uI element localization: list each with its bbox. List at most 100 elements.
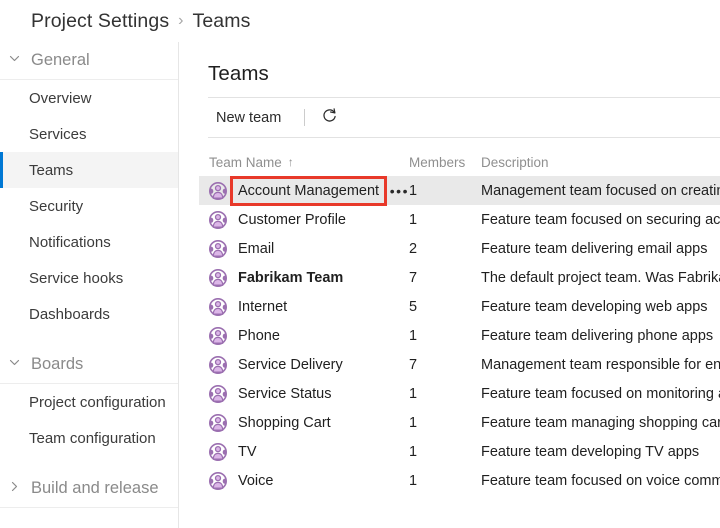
team-avatar-icon <box>209 326 227 345</box>
table-row[interactable]: Voice 1 Feature team focused on voice comm… <box>199 466 720 495</box>
team-name-label: Email <box>238 240 275 257</box>
team-name-label: Voice <box>238 472 274 489</box>
sidebar-item-overview[interactable]: Overview <box>0 80 178 116</box>
table-row[interactable]: Service Delivery 7 Management team respons… <box>199 350 720 379</box>
team-avatar-icon <box>209 442 227 461</box>
chevron-right-icon <box>8 480 26 498</box>
sidebar-item-label: Team configuration <box>29 429 156 447</box>
cell-description: Feature team developing web apps <box>481 298 708 315</box>
team-avatar-icon <box>209 181 227 200</box>
cell-team-name: Voice <box>209 471 409 491</box>
cell-description: Feature team managing shopping cart app <box>481 414 720 431</box>
nav-group-general[interactable]: General <box>0 42 178 80</box>
cell-description: Management team responsible for ensure <box>481 356 720 373</box>
cell-description: Feature team focused on securing account <box>481 211 720 228</box>
cell-members-count: 1 <box>409 414 418 431</box>
page-title: Teams <box>208 62 269 85</box>
cell-description: Feature team delivering email apps <box>481 240 708 257</box>
new-team-button[interactable]: New team <box>208 106 289 130</box>
sidebar-item-label: Project configuration <box>29 393 166 411</box>
team-name-label: Service Delivery <box>238 356 343 373</box>
breadcrumb-separator-icon: › <box>178 12 184 29</box>
cell-team-name: Internet <box>209 297 409 317</box>
sidebar-item-label: Services <box>29 125 87 143</box>
column-header-team-name-label: Team Name <box>209 154 282 170</box>
team-name-link[interactable]: Email <box>235 239 277 259</box>
nav-group-spacer <box>0 456 178 470</box>
cell-team-name: TV <box>209 442 409 462</box>
sidebar-item-label: Dashboards <box>29 305 110 323</box>
cell-members-count: 5 <box>409 298 418 315</box>
sidebar-item-project-configuration[interactable]: Project configuration <box>0 384 178 420</box>
team-name-label: Fabrikam Team <box>238 269 344 286</box>
team-name-link[interactable]: Voice <box>235 471 276 491</box>
settings-sidebar: General Overview Services Teams Security Noti… <box>0 42 179 528</box>
table-row[interactable]: Service Status 1 Feature team focused on m… <box>199 379 720 408</box>
team-name-link[interactable]: TV <box>235 442 260 462</box>
column-header-team-name[interactable]: Team Name ↑ <box>209 155 409 170</box>
table-row[interactable]: Phone 1 Feature team delivering phone apps <box>199 321 720 350</box>
refresh-button[interactable] <box>317 106 341 130</box>
cell-members-count: 1 <box>409 327 418 344</box>
table-body: Account Management ••• 1 Management team fo… <box>199 175 720 495</box>
team-avatar-icon <box>209 239 227 258</box>
chevron-down-icon <box>8 356 26 374</box>
sidebar-item-notifications[interactable]: Notifications <box>0 224 178 260</box>
cell-members-count: 1 <box>409 443 418 460</box>
sidebar-item-label: Security <box>29 197 84 215</box>
cell-description: Feature team delivering phone apps <box>481 327 714 344</box>
column-header-members[interactable]: Members <box>409 155 481 170</box>
team-name-label: TV <box>238 443 257 460</box>
team-name-link[interactable]: Shopping Cart <box>235 413 334 433</box>
team-name-label: Service Status <box>238 385 332 402</box>
sidebar-item-security[interactable]: Security <box>0 188 178 224</box>
team-name-link[interactable]: Service Delivery <box>235 355 346 375</box>
table-row[interactable]: Fabrikam Team 7 The default project team. … <box>199 263 720 292</box>
cell-team-name: Service Delivery <box>209 355 409 375</box>
team-avatar-icon <box>209 471 227 490</box>
sort-ascending-icon: ↑ <box>287 155 294 169</box>
team-name-link[interactable]: Service Status <box>235 384 335 404</box>
sidebar-item-team-configuration[interactable]: Team configuration <box>0 420 178 456</box>
nav-group-build-and-release[interactable]: Build and release <box>0 470 178 508</box>
breadcrumb-root[interactable]: Project Settings <box>31 10 169 33</box>
team-name-label: Phone <box>238 327 280 344</box>
team-name-link[interactable]: Customer Profile <box>235 210 349 230</box>
table-row[interactable]: TV 1 Feature team developing TV apps <box>199 437 720 466</box>
team-avatar-icon <box>209 268 227 287</box>
cell-description: Feature team developing TV apps <box>481 443 700 460</box>
cell-team-name: Customer Profile <box>209 210 409 230</box>
team-name-label: Customer Profile <box>238 211 346 228</box>
sidebar-item-teams[interactable]: Teams <box>0 152 178 188</box>
cell-team-name: Phone <box>209 326 409 346</box>
sidebar-item-services[interactable]: Services <box>0 116 178 152</box>
sidebar-item-dashboards[interactable]: Dashboards <box>0 296 178 332</box>
cell-members-count: 7 <box>409 269 418 286</box>
main-content: Teams New team Team Name ↑ Members Descr… <box>180 42 720 528</box>
cell-team-name: Service Status <box>209 384 409 404</box>
team-name-link-highlighted[interactable]: Account Management <box>230 175 387 206</box>
table-row[interactable]: Email 2 Feature team delivering email apps <box>199 234 720 263</box>
nav-group-label: Build and release <box>31 479 159 497</box>
sidebar-item-service-hooks[interactable]: Service hooks <box>0 260 178 296</box>
nav-group-label: Boards <box>31 355 84 373</box>
cell-description: Feature team focused on monitoring and a <box>481 385 720 402</box>
cell-members-count: 1 <box>409 211 418 228</box>
cell-members-count: 1 <box>409 472 418 489</box>
toolbar: New team <box>208 98 341 137</box>
teams-settings-page: Project Settings › Teams General Overview… <box>0 0 720 528</box>
teams-table: Team Name ↑ Members Description Account … <box>199 148 720 495</box>
table-row[interactable]: Customer Profile 1 Feature team focused on… <box>199 205 720 234</box>
nav-group-label: General <box>31 51 90 69</box>
nav-group-boards[interactable]: Boards <box>0 346 178 384</box>
team-avatar-icon <box>209 413 227 432</box>
table-row[interactable]: Shopping Cart 1 Feature team managing shop… <box>199 408 720 437</box>
breadcrumb-current: Teams <box>192 9 251 32</box>
column-header-description[interactable]: Description <box>481 155 720 170</box>
team-name-link[interactable]: Internet <box>235 297 290 317</box>
table-row[interactable]: Account Management ••• 1 Management team fo… <box>199 175 720 206</box>
team-name-link[interactable]: Phone <box>235 326 283 346</box>
ellipsis-icon[interactable]: ••• <box>390 184 409 198</box>
table-row[interactable]: Internet 5 Feature team developing web app… <box>199 292 720 321</box>
team-name-link[interactable]: Fabrikam Team <box>235 268 346 288</box>
